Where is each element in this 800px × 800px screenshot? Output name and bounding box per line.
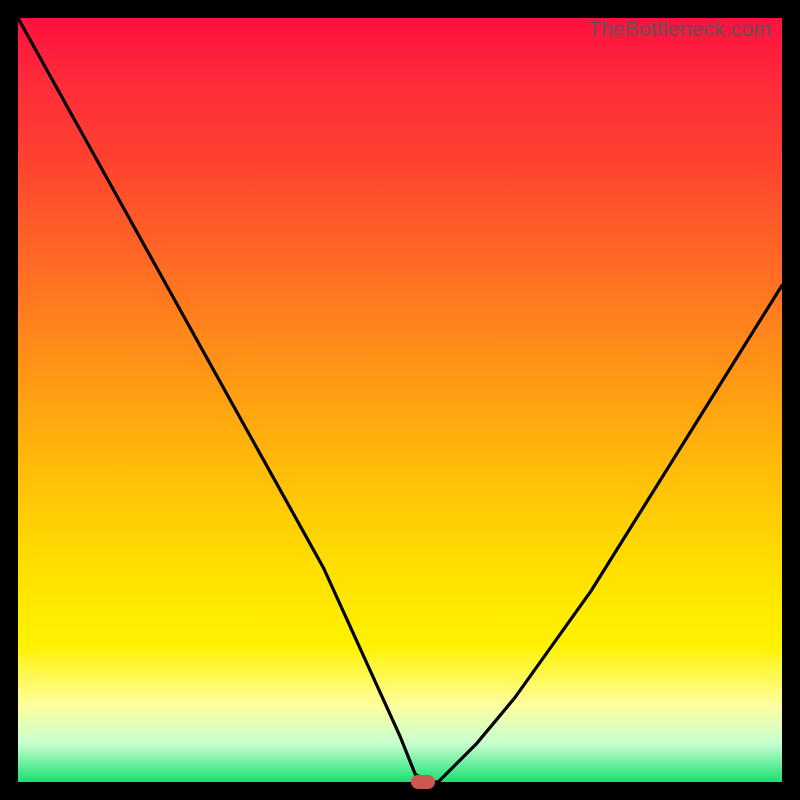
optimal-point-marker [411, 775, 435, 789]
chart-frame: TheBottleneck.com [0, 0, 800, 800]
bottleneck-curve [18, 18, 782, 782]
chart-plot-area: TheBottleneck.com [18, 18, 782, 782]
